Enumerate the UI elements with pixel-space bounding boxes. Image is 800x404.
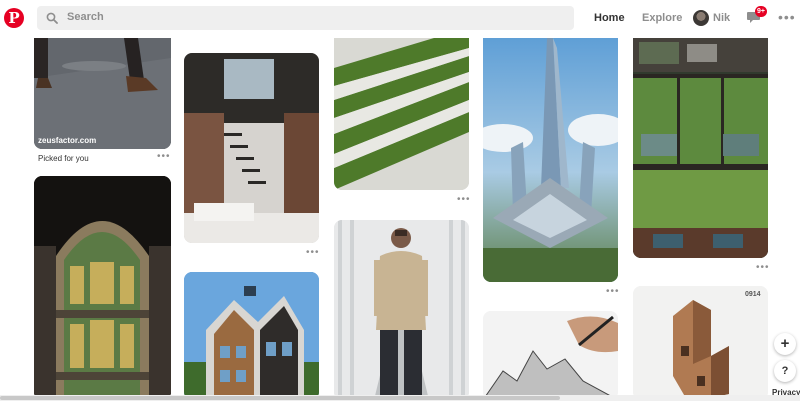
pin-more-icon[interactable]: ••• [306,247,320,258]
pin-image[interactable] [34,176,171,400]
pin-photo [34,176,171,400]
help-button[interactable]: ? [774,360,796,382]
pin-overlay-number: 0914 [745,291,761,298]
scrollbar-thumb[interactable] [0,396,560,400]
pin-image[interactable] [633,38,768,258]
pin-image[interactable] [633,286,768,400]
pin-image[interactable] [483,311,618,400]
avatar [693,10,709,26]
pin-image[interactable] [334,220,469,400]
pin-photo [184,272,319,400]
pin-photo [633,286,768,400]
search-input[interactable]: Search [37,6,574,30]
pin-more-icon[interactable]: ••• [157,151,171,162]
pin-source-label: zeusfactor.com [38,136,97,145]
pin-caption: Picked for you [38,154,89,163]
nav-home-link[interactable]: Home [594,12,625,24]
pin-photo [334,38,469,190]
add-pin-button[interactable]: + [774,333,796,355]
pin-image[interactable] [483,38,618,282]
top-bar: P Search Home Explore Nik 9+ ••• [0,0,800,37]
pin-image[interactable] [334,38,469,190]
pin-photo [334,220,469,400]
pin-photo [483,311,618,400]
pin-image[interactable] [34,38,171,149]
search-icon [46,12,58,24]
nav-explore-link[interactable]: Explore [642,12,682,24]
pin-image[interactable] [184,53,319,243]
search-placeholder: Search [67,11,104,23]
pin-more-icon[interactable]: ••• [606,286,620,297]
pin-image[interactable] [184,272,319,400]
notification-badge: 9+ [755,6,767,17]
pin-photo [483,38,618,282]
pin-more-icon[interactable]: ••• [457,194,471,205]
profile-name: Nik [713,12,731,24]
pin-photo [633,38,768,258]
pinterest-logo-icon[interactable]: P [4,8,24,28]
pin-photo [184,53,319,243]
more-options-icon[interactable]: ••• [778,9,796,25]
pin-photo [34,38,171,149]
pin-more-icon[interactable]: ••• [756,262,770,273]
